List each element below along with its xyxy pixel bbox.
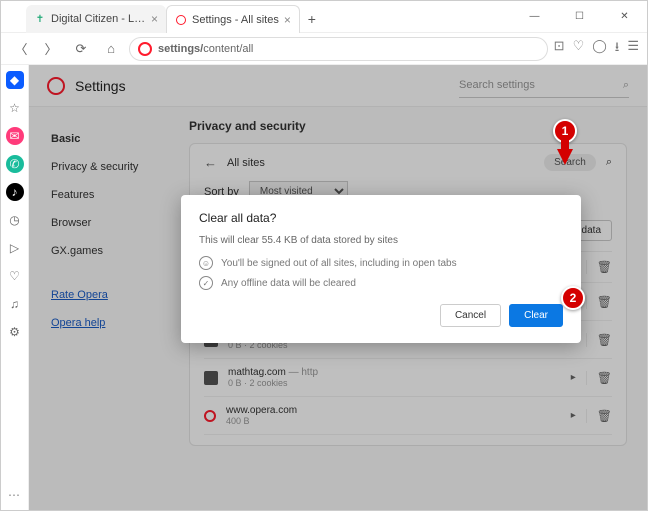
send-icon[interactable]: ▷ — [6, 239, 24, 257]
cancel-button[interactable]: Cancel — [440, 304, 501, 327]
tab-strip: ✝ Digital Citizen - Life in a di × Setti… — [26, 5, 324, 33]
messenger-icon[interactable]: ✉ — [6, 127, 24, 145]
left-dock: ◆ ☆ ✉ ✆ ♪ ◷ ▷ ♡ ♫ ⚙ ⋯ — [1, 65, 29, 510]
dock-more-icon[interactable]: ⋯ — [8, 488, 21, 502]
clear-button[interactable]: Clear — [509, 304, 563, 327]
dialog-info-2: Any offline data will be cleared — [221, 278, 356, 289]
profile-icon[interactable]: ◯ — [592, 38, 607, 60]
tiktok-icon[interactable]: ♪ — [6, 183, 24, 201]
new-tab-button[interactable]: + — [300, 11, 324, 27]
dialog-info-1: You'll be signed out of all sites, inclu… — [221, 258, 457, 269]
clear-data-dialog: Clear all data? This will clear 55.4 KB … — [181, 195, 581, 343]
window-titlebar: ✝ Digital Citizen - Life in a di × Setti… — [1, 1, 647, 33]
annotation-arrow — [557, 149, 573, 165]
tab-label: Settings - All sites — [192, 14, 279, 26]
url-prefix: settings/ — [158, 43, 203, 55]
url-input[interactable]: settings/content/all — [129, 37, 548, 61]
browser-tab-1[interactable]: Settings - All sites × — [166, 5, 300, 33]
home-button[interactable]: ⌂ — [99, 37, 123, 61]
close-icon[interactable]: × — [284, 13, 291, 27]
nav-forward-button[interactable]: 〉 — [39, 37, 63, 61]
nav-back-button[interactable]: 〈 — [9, 37, 33, 61]
tab-favicon: ✝ — [34, 13, 46, 25]
url-path: content/all — [203, 43, 253, 55]
history-icon[interactable]: ◷ — [6, 211, 24, 229]
heart-icon[interactable]: ♡ — [573, 38, 585, 60]
close-icon[interactable]: × — [151, 12, 158, 26]
person-icon: ☺ — [199, 256, 213, 270]
downloads-icon[interactable]: ⭳ — [615, 38, 620, 60]
opera-icon — [138, 42, 152, 56]
easy-setup-icon[interactable]: ☰ — [627, 38, 639, 60]
check-icon: ✓ — [199, 276, 213, 290]
snapshot-icon[interactable]: ⊡ — [554, 38, 565, 60]
close-window-button[interactable]: ✕ — [602, 1, 647, 33]
reload-button[interactable]: ⟳ — [69, 37, 93, 61]
address-bar: 〈 〉 ⟳ ⌂ settings/content/all ⊡ ♡ ◯ ⭳ ☰ — [1, 33, 647, 65]
pinboards-icon[interactable]: ♡ — [6, 267, 24, 285]
browser-tab-0[interactable]: ✝ Digital Citizen - Life in a di × — [26, 5, 166, 33]
dialog-message: This will clear 55.4 KB of data stored b… — [199, 235, 563, 246]
minimize-button[interactable]: — — [512, 1, 557, 33]
maximize-button[interactable]: ☐ — [557, 1, 602, 33]
dialog-title: Clear all data? — [199, 211, 563, 225]
annotation-2: 2 — [561, 286, 585, 310]
tab-label: Digital Citizen - Life in a di — [51, 13, 146, 25]
player-icon[interactable]: ♫ — [6, 295, 24, 313]
settings-shortcut-icon[interactable]: ⚙ — [6, 323, 24, 341]
bookmarks-icon[interactable]: ☆ — [6, 99, 24, 117]
speed-dial-icon[interactable]: ◆ — [6, 71, 24, 89]
whatsapp-icon[interactable]: ✆ — [6, 155, 24, 173]
tab-favicon — [175, 14, 187, 26]
